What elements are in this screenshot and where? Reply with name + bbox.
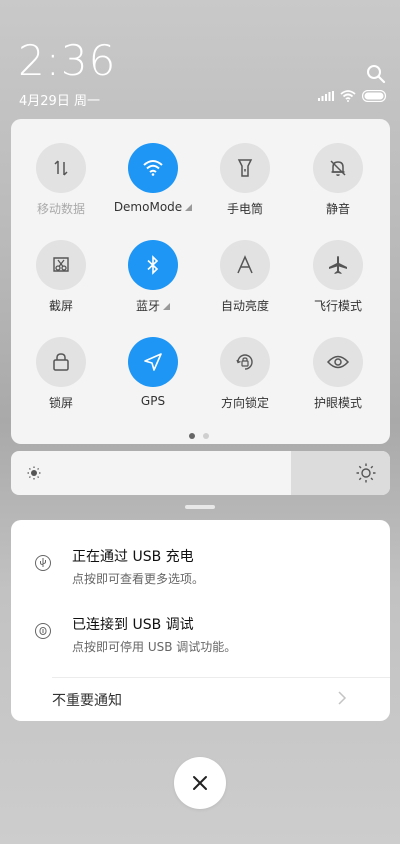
close-icon (193, 776, 207, 790)
close-button[interactable] (174, 757, 226, 809)
expand-indicator-icon (163, 303, 170, 310)
mute-bell-icon (313, 143, 363, 193)
brightness-low-icon (27, 466, 41, 480)
chevron-right-icon[interactable] (337, 690, 347, 706)
tile-eye-comfort[interactable]: 护眼模式 (293, 337, 383, 411)
flashlight-icon (220, 143, 270, 193)
search-icon[interactable] (366, 64, 386, 84)
tile-rotation-lock[interactable]: 方向锁定 (200, 337, 290, 411)
tile-label: 锁屏 (48, 396, 73, 410)
signal-icon (318, 91, 334, 101)
tile-label: 移动数据 (36, 202, 85, 216)
rotation-lock-icon (220, 337, 270, 387)
tile-mute[interactable]: 静音 (293, 143, 383, 217)
unimportant-notifications-link[interactable]: 不重要通知 (52, 690, 122, 710)
tile-label-wrap: DemoMode (108, 200, 198, 214)
notification-usb-charging[interactable]: 正在通过 USB 充电 点按即可查看更多选项。 (11, 542, 390, 592)
wifi-icon (128, 143, 178, 193)
tile-mobile-data[interactable]: 移动数据 (16, 143, 106, 217)
tile-label: 飞行模式 (313, 299, 362, 313)
wifi-status-icon (340, 90, 356, 102)
airplane-icon (313, 240, 363, 290)
auto-brightness-icon (220, 240, 270, 290)
tile-gps[interactable]: GPS (108, 337, 198, 408)
drag-handle[interactable] (185, 505, 215, 509)
notification-subtitle: 点按即可停用 USB 调试功能。 (72, 640, 237, 654)
tile-label: 静音 (325, 202, 350, 216)
notification-subtitle: 点按即可查看更多选项。 (72, 572, 205, 586)
bluetooth-icon (128, 240, 178, 290)
tile-label: 手电筒 (226, 202, 263, 216)
date-label: 4月29日 周一 (19, 94, 100, 109)
tile-label: 截屏 (48, 299, 73, 313)
tile-label-wrap: 蓝牙 (108, 297, 198, 314)
eye-icon (313, 337, 363, 387)
tile-label: 方向锁定 (220, 396, 269, 410)
usb-charge-icon (35, 555, 51, 571)
gps-icon (128, 337, 178, 387)
tile-label: 蓝牙 (135, 299, 160, 313)
mobile-data-icon (36, 143, 86, 193)
tile-lock-screen[interactable]: 锁屏 (16, 337, 106, 411)
notification-usb-debugging[interactable]: 已连接到 USB 调试 点按即可停用 USB 调试功能。 (11, 610, 390, 660)
usb-debug-icon (35, 623, 51, 639)
tile-screenshot[interactable]: 截屏 (16, 240, 106, 314)
page-dot-active (189, 433, 195, 439)
clock-time: 2:36 (18, 36, 117, 85)
tile-wifi[interactable]: DemoMode (108, 143, 198, 214)
notification-title: 已连接到 USB 调试 (72, 617, 194, 633)
tile-label: GPS (140, 394, 166, 408)
tile-label: DemoMode (113, 200, 183, 214)
brightness-high-icon (356, 463, 376, 483)
battery-icon (362, 90, 387, 102)
page-indicator (189, 433, 209, 439)
tile-flashlight[interactable]: 手电筒 (200, 143, 290, 217)
tile-airplane[interactable]: 飞行模式 (293, 240, 383, 314)
tile-label: 自动亮度 (220, 299, 269, 313)
tile-label: 护眼模式 (313, 396, 362, 410)
lock-icon (36, 337, 86, 387)
expand-indicator-icon (185, 204, 193, 211)
screenshot-icon (36, 240, 86, 290)
tile-auto-brightness[interactable]: 自动亮度 (200, 240, 290, 314)
divider (52, 677, 390, 678)
notification-card: 正在通过 USB 充电 点按即可查看更多选项。 已连接到 USB 调试 点按即可… (11, 520, 390, 721)
tile-bluetooth[interactable]: 蓝牙 (108, 240, 198, 314)
notification-title: 正在通过 USB 充电 (72, 549, 194, 565)
page-dot (203, 433, 209, 439)
brightness-slider[interactable] (11, 451, 390, 495)
status-icons (318, 90, 388, 102)
quick-settings-panel: 移动数据 DemoMode 手电筒 静音 截屏 蓝牙 自动亮度 飞行模式 锁屏 … (11, 119, 390, 444)
